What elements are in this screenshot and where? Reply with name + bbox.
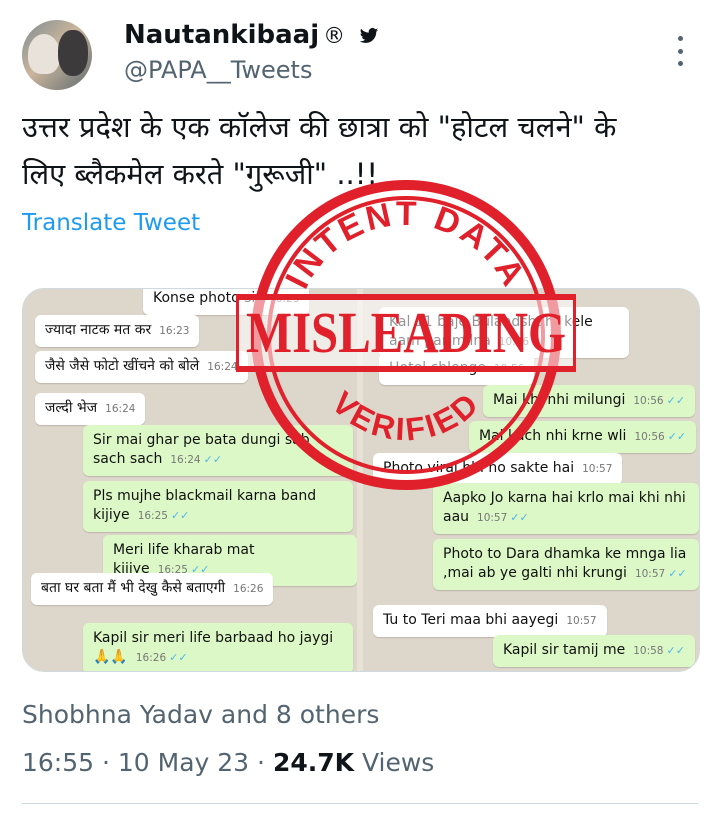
tweet-line-1: उत्तर प्रदेश के एक कॉलेज की छात्रा को "ह… <box>22 110 617 144</box>
chat-bubble-time: 10:56 <box>493 363 525 375</box>
chat-bubble-sent: Photo to Dara dhamka ke mnga lia ,mai ab… <box>433 539 699 590</box>
chat-bubble-time: 16:23 <box>159 325 190 337</box>
chat-bubble-sent: Kapil sir tamij me 10:58 ✓✓ <box>493 635 695 667</box>
chat-bubble-sent: Mai khi nhi milungi 10:56 ✓✓ <box>483 385 696 417</box>
read-receipt-icon: ✓✓ <box>169 651 188 664</box>
views-count: 24.7K <box>272 748 354 777</box>
chat-bubble-text: Hotel chlenge <box>389 360 486 376</box>
read-receipt-icon: ✓✓ <box>668 567 687 580</box>
chat-screenshot-left: Konse photo sir 16:23 ज्यादा नाटक मत कर 16:… <box>23 289 357 671</box>
chat-bubble-received: Kal 11 baje Bulandshahr kele aam par mil… <box>379 307 629 358</box>
author-name-text[interactable]: Nautankibaaj <box>124 20 319 50</box>
chat-bubble-time: 16:25 <box>137 510 168 522</box>
chat-bubble-received: Photo viral bhi ho sakte hai 10:57 <box>373 453 623 485</box>
chat-bubble-time: 16:24 <box>170 454 201 466</box>
read-receipt-icon: ✓✓ <box>666 644 685 657</box>
read-receipt-icon: ✓✓ <box>510 511 529 524</box>
author-name[interactable]: Nautankibaaj ® <box>124 20 380 50</box>
chat-bubble-time: 16:24 <box>207 361 238 373</box>
chat-bubble-time: 16:24 <box>105 403 136 415</box>
chat-bubble-time: 10:56 <box>634 431 665 443</box>
chat-bubble-time: 10:57 <box>477 512 508 524</box>
chat-bubble-received: बता घर बता मैं भी देखु कैसे बताएगी 16:26 <box>31 573 274 605</box>
chat-bubble-text: ज्यादा नाटक मत कर <box>45 322 152 338</box>
avatar[interactable] <box>22 20 92 90</box>
author-handle[interactable]: @PAPA__Tweets <box>124 56 312 84</box>
stamp-top-text: INTENT DATA <box>278 195 530 295</box>
chat-bubble-time: 10:57 <box>634 568 666 580</box>
registered-mark: ® <box>323 24 346 49</box>
read-receipt-icon: ✓✓ <box>666 394 686 407</box>
divider <box>22 803 698 804</box>
chat-bubble-text: Pls mujhe blackmail karna band kijiye <box>93 488 317 523</box>
chat-bubble-text: Kapil sir tamij me <box>503 642 626 658</box>
chat-bubble-text: Kapil sir meri life barbaad ho jaygi🙏🙏 <box>93 630 334 665</box>
read-receipt-icon: ✓✓ <box>170 509 190 522</box>
chat-bubble-time: 10:56 <box>633 395 664 407</box>
chat-bubble-text: Photo viral bhi ho sakte hai <box>383 460 575 476</box>
chat-bubble-text: Kal 11 baje Bulandshahr kele aam par mil… <box>389 314 593 349</box>
more-options-icon[interactable] <box>670 36 690 66</box>
chat-bubble-time: 10:58 <box>633 645 664 657</box>
chat-bubble-time: 16:23 <box>269 293 300 305</box>
chat-bubble-text: Mai khi nhi milungi <box>493 392 626 408</box>
chat-bubble-text: Sir mai ghar pe bata dungi sab sach sach <box>93 432 310 467</box>
read-receipt-icon: ✓✓ <box>203 453 223 466</box>
chat-bubble-time: 10:57 <box>582 463 613 475</box>
chat-bubble-received: जैसे जैसे फोटो खींचने को बोले 16:24 <box>35 351 248 383</box>
chat-screenshot-right: Kal 11 baje Bulandshahr kele aam par mil… <box>363 289 699 671</box>
chat-bubble-time: 16:26 <box>233 583 264 595</box>
tweet-media-image[interactable]: Konse photo sir 16:23 ज्यादा नाटक मत कर 16:… <box>22 288 700 672</box>
chat-bubble-received: Tu to Teri maa bhi aayegi 10:57 <box>373 605 607 637</box>
tweet-time[interactable]: 16:55 <box>22 748 94 777</box>
views-label: Views <box>361 748 435 777</box>
tweet-date[interactable]: 10 May 23 <box>118 748 249 777</box>
twitter-bird-icon <box>360 27 379 43</box>
chat-bubble-sent: Pls mujhe blackmail karna band kijiye 16:… <box>83 481 353 532</box>
chat-bubble-text: Mai kuch nhi krne wli <box>479 428 627 444</box>
tweet-text: उत्तर प्रदेश के एक कॉलेज की छात्रा को "ह… <box>22 104 698 198</box>
chat-bubble-sent: Mai kuch nhi krne wli 10:56 ✓✓ <box>469 421 697 453</box>
svg-text:INTENT DATA: INTENT DATA <box>278 195 533 295</box>
chat-bubble-time: 10:56 <box>498 336 530 348</box>
chat-bubble-time: 16:26 <box>135 652 167 664</box>
chat-bubble-received: Konse photo sir 16:23 <box>143 289 310 315</box>
chat-bubble-received: जल्दी भेज 16:24 <box>35 393 146 425</box>
read-receipt-icon: ✓✓ <box>667 430 687 443</box>
tweet-line-2: लिए ब्लैकमेल करते "गुरूजी" ..!! <box>22 157 379 191</box>
translate-tweet-link[interactable]: Translate Tweet <box>22 210 200 236</box>
chat-bubble-sent: Aapko Jo karna hai krlo mai khi nhi aau 1… <box>433 483 699 534</box>
chat-bubble-received: Hotel chlenge 10:56 <box>379 353 535 385</box>
tweet-meta: 16:55 · 10 May 23 · 24.7K Views <box>22 748 435 777</box>
chat-bubble-text: जल्दी भेज <box>45 400 98 416</box>
chat-bubble-text: Tu to Teri maa bhi aayegi <box>383 612 559 628</box>
chat-bubble-sent: Kapil sir meri life barbaad ho jaygi🙏🙏 16… <box>83 623 353 671</box>
chat-bubble-text: Konse photo sir <box>153 290 262 306</box>
chat-bubble-text: बता घर बता मैं भी देखु कैसे बताएगी <box>41 580 226 596</box>
chat-bubble-sent: Sir mai ghar pe bata dungi sab sach sach… <box>83 425 353 476</box>
chat-bubble-received: ज्यादा नाटक मत कर 16:23 <box>35 315 200 347</box>
chat-bubble-time: 10:57 <box>566 615 597 627</box>
liked-by-text[interactable]: Shobhna Yadav and 8 others <box>22 700 379 729</box>
chat-bubble-text: जैसे जैसे फोटो खींचने को बोले <box>45 358 200 374</box>
